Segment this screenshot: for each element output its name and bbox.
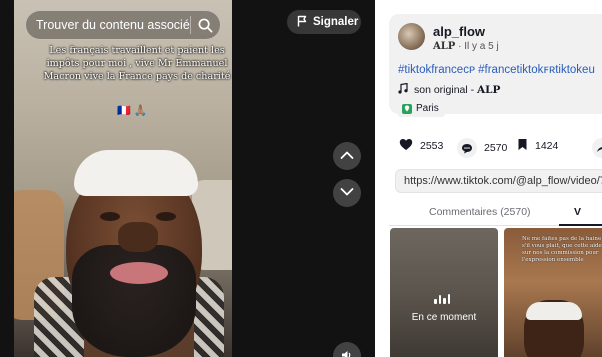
author-nickname: ALP — [433, 41, 456, 52]
save-count: 1424 — [535, 140, 559, 152]
video-pane: Les français travaillent et paient les i… — [0, 0, 375, 357]
video-caption-emoji: 🇫🇷 🙏🏽 — [117, 105, 148, 117]
report-button[interactable]: Signaler — [287, 10, 361, 34]
video-scene-nose — [118, 222, 158, 252]
now-playing-label: En ce moment — [411, 312, 477, 323]
video-caption: Les français travaillent et paient les i… — [43, 45, 231, 82]
save-button[interactable]: 1424 — [517, 138, 558, 154]
post-date: Il y a 5 j — [464, 41, 499, 52]
related-search-bar[interactable]: Trouver du contenu associé — [25, 10, 221, 40]
comment-icon — [457, 138, 477, 158]
video-scene-eye — [100, 212, 120, 221]
music-note-icon — [398, 82, 408, 97]
thumbnail-scene-durag — [526, 302, 582, 320]
location-chip[interactable]: Paris — [398, 100, 445, 117]
chevron-up-icon — [340, 147, 354, 165]
video-link-field[interactable]: https://www.tiktok.com/@alp_flow/video/7… — [395, 169, 602, 193]
video-player[interactable]: Les français travaillent et paient les i… — [14, 0, 232, 357]
comment-button[interactable]: 2570 — [457, 138, 507, 158]
search-icon[interactable] — [191, 18, 220, 33]
author-meta: ALP · Il y a 5 j — [433, 41, 499, 52]
sound-title: son original - — [414, 84, 478, 96]
like-count: 2553 — [420, 140, 444, 152]
chevron-down-icon — [340, 184, 354, 202]
video-info-panel: alp_flow ALP · Il y a 5 j #tiktokfranceᴄ… — [375, 0, 602, 357]
active-tab-indicator — [559, 224, 602, 226]
playing-bars-icon — [434, 294, 450, 304]
volume-button[interactable] — [333, 342, 361, 357]
next-video-button[interactable] — [333, 179, 361, 207]
video-scene-eye — [156, 212, 176, 221]
like-button[interactable]: 2553 — [399, 138, 443, 154]
search-query[interactable]: Trouver du contenu associé — [36, 18, 190, 32]
sound-author: ALP — [477, 84, 501, 96]
related-video-thumbnail[interactable]: Ne me faites pas de la haine s'il vous p… — [504, 228, 602, 357]
video-scene-mouth — [110, 262, 168, 284]
tab-comments[interactable]: Commentaires (2570) — [429, 206, 531, 218]
previous-video-button[interactable] — [333, 142, 361, 170]
related-video-thumbnail[interactable]: En ce moment — [390, 228, 498, 357]
sound-link[interactable]: son original - ALP — [398, 82, 501, 97]
thumbnail-caption: Ne me faites pas de la haine s'il vous p… — [522, 236, 602, 263]
location-pin-icon — [402, 103, 412, 114]
location-label: Paris — [416, 103, 439, 114]
flag-icon — [297, 15, 308, 30]
comment-count: 2570 — [484, 142, 508, 154]
report-label: Signaler — [313, 16, 359, 28]
tab-creator-videos[interactable]: V — [574, 206, 581, 218]
heart-icon — [399, 138, 413, 154]
volume-icon — [341, 347, 353, 357]
engagement-bar: 2553 2570 1424 — [399, 138, 602, 158]
avatar[interactable] — [398, 23, 425, 50]
thumbnail-overlay — [390, 228, 498, 357]
share-button[interactable] — [592, 138, 602, 158]
author-card: alp_flow ALP · Il y a 5 j #tiktokfranceᴄ… — [389, 14, 602, 114]
video-scene-durag — [74, 150, 198, 196]
meta-separator: · — [458, 41, 462, 52]
panel-tabs: Commentaires (2570) V — [389, 200, 602, 226]
bookmark-icon — [517, 138, 528, 154]
hashtags-link[interactable]: #tiktokfranceᴄᴘ #francetiktokꜰʀtiktokeu — [398, 62, 595, 76]
author-username[interactable]: alp_flow — [433, 24, 485, 39]
share-icon — [592, 138, 602, 158]
